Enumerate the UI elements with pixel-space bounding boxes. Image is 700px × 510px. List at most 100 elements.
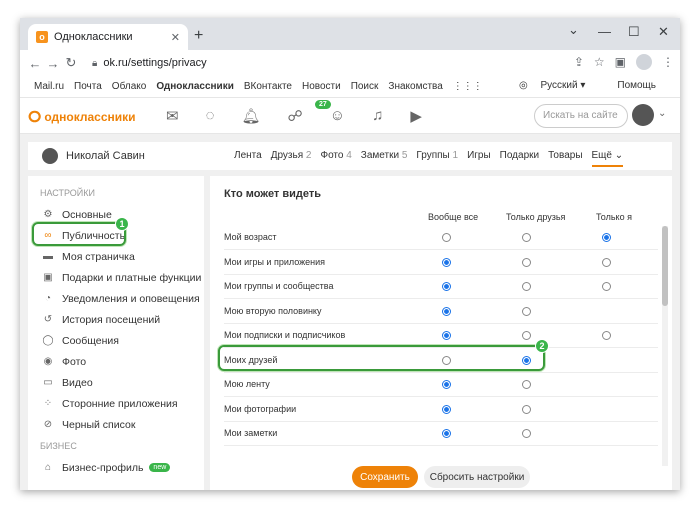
- sidebar-item-apps[interactable]: ⁘ Сторонние приложения: [28, 393, 204, 414]
- sidebar-item-messages[interactable]: ◯ Сообщения: [28, 330, 204, 351]
- scrollbar[interactable]: [662, 226, 668, 466]
- close-icon[interactable]: ✕: [171, 31, 180, 44]
- profile-nav-item[interactable]: Лента: [234, 150, 262, 167]
- chevron-down-icon: ⌄: [614, 150, 624, 161]
- profile-nav-item[interactable]: Подарки: [500, 150, 539, 167]
- privacy-radio[interactable]: [442, 380, 451, 389]
- reload-icon[interactable]: ↻: [62, 55, 80, 71]
- window-close-button[interactable]: ✕: [658, 24, 669, 40]
- apps-grid-icon[interactable]: ⋮⋮⋮: [453, 81, 483, 92]
- browser-tab[interactable]: o Одноклассники ✕: [28, 24, 188, 50]
- portal-link[interactable]: Mail.ru: [34, 81, 64, 92]
- privacy-radio[interactable]: [442, 404, 451, 414]
- sidebar-item-gifts[interactable]: ▣ Подарки и платные функции: [28, 267, 204, 288]
- profile-nav-label: Группы: [416, 150, 450, 161]
- privacy-row: Мои заметки: [210, 422, 658, 446]
- profile-nav-item[interactable]: Друзья 2: [271, 150, 312, 167]
- menu-dots-icon[interactable]: ⋮: [662, 55, 674, 69]
- privacy-radio[interactable]: [522, 233, 531, 242]
- browser-window: o Одноклассники ✕ + ⌄ — ☐ ✕ ← → ↻ 🔒︎ ok.…: [20, 18, 680, 490]
- tab-title: Одноклассники: [54, 31, 133, 43]
- portal-link[interactable]: Знакомства: [388, 81, 442, 92]
- maximize-button[interactable]: ☐: [628, 24, 640, 40]
- profile-nav-item[interactable]: Фото 4: [320, 150, 351, 167]
- profile-nav-more[interactable]: Ещё ⌄: [591, 150, 624, 167]
- profile-nav: Лента Друзья 2 Фото 4 Заметки 5 Группы 1…: [234, 150, 624, 167]
- language-select[interactable]: ◎ Русский ▾: [519, 80, 595, 91]
- sidebar-item-notifications[interactable]: ◔ Уведомления и оповещения: [28, 288, 204, 309]
- ok-logo[interactable]: ⵔ одноклассники: [28, 108, 136, 126]
- form-footer: Сохранить Сбросить настройки: [210, 466, 672, 490]
- mail-icon[interactable]: ✉: [166, 107, 179, 125]
- portal-link[interactable]: Облако: [112, 81, 147, 92]
- sidebar-item-video[interactable]: ▭ Видео: [28, 372, 204, 393]
- privacy-radio[interactable]: [602, 233, 611, 242]
- sidebar-item-label: Моя страничка: [62, 250, 135, 263]
- profile-name[interactable]: Николай Савин: [66, 150, 145, 162]
- chevron-down-icon[interactable]: ⌄: [658, 108, 666, 119]
- collapse-icon[interactable]: ⌄: [568, 22, 579, 38]
- events-icon[interactable]: ☺: [330, 107, 345, 125]
- privacy-row: Мою вторую половинку: [210, 300, 658, 324]
- portal-link[interactable]: Почта: [74, 81, 102, 92]
- browser-toolbar: ⇪ ☆ ▣ ⋮: [574, 54, 674, 70]
- privacy-radio[interactable]: [522, 404, 531, 414]
- privacy-radio[interactable]: [442, 282, 451, 291]
- highlight-box-friends-row: [218, 345, 545, 371]
- privacy-radio[interactable]: [522, 306, 531, 316]
- sidebar-item-photo[interactable]: ◉ Фото: [28, 351, 204, 372]
- profile-nav-item[interactable]: Группы 1: [416, 150, 458, 167]
- privacy-radio[interactable]: [442, 257, 451, 267]
- privacy-radio[interactable]: [602, 257, 611, 267]
- avatar[interactable]: [632, 104, 654, 126]
- avatar[interactable]: [42, 148, 58, 164]
- profile-nav-item[interactable]: Игры: [467, 150, 491, 167]
- help-link[interactable]: Помощь: [617, 80, 656, 91]
- privacy-row: Мою ленту: [210, 373, 658, 397]
- back-arrow-icon[interactable]: ←: [26, 56, 44, 71]
- privacy-radio[interactable]: [442, 331, 451, 340]
- profile-icon[interactable]: [636, 54, 652, 70]
- video-icon[interactable]: ▶: [410, 107, 422, 125]
- sidebar-toggle-icon[interactable]: ▣: [615, 55, 626, 69]
- privacy-radio[interactable]: [602, 331, 611, 340]
- sidebar-item-blacklist[interactable]: ⊘ Черный список: [28, 414, 204, 435]
- reset-button[interactable]: Сбросить настройки: [424, 466, 530, 488]
- music-icon[interactable]: ♫: [372, 107, 383, 125]
- sidebar-item-label: Черный список: [62, 418, 136, 431]
- sidebar-item-business-profile[interactable]: ⌂ Бизнес-профиль new: [28, 457, 204, 478]
- new-tab-button[interactable]: +: [194, 27, 203, 45]
- save-button[interactable]: Сохранить: [352, 466, 418, 488]
- profile-nav-label: Лента: [234, 150, 262, 161]
- privacy-radio[interactable]: [442, 429, 451, 438]
- url-field[interactable]: 🔒︎ ok.ru/settings/privacy: [92, 50, 207, 76]
- forward-arrow-icon[interactable]: →: [44, 56, 62, 71]
- guests-icon[interactable]: ☍: [288, 107, 303, 125]
- share-icon[interactable]: ⇪: [574, 55, 584, 69]
- profile-nav-item[interactable]: Заметки 5: [361, 150, 408, 167]
- sidebar-item-history[interactable]: ↺ История посещений: [28, 309, 204, 330]
- privacy-radio[interactable]: [442, 306, 451, 316]
- privacy-row-label: Мои подписки и подписчиков: [224, 330, 346, 340]
- column-header: Только друзья: [506, 212, 566, 222]
- privacy-radio[interactable]: [522, 331, 531, 340]
- search-input[interactable]: Искать на сайте: [534, 104, 628, 128]
- star-icon[interactable]: ☆: [594, 55, 605, 69]
- discussions-icon[interactable]: ◌: [206, 107, 215, 125]
- minimize-button[interactable]: —: [598, 24, 611, 39]
- portal-link[interactable]: Новости: [302, 81, 341, 92]
- scrollbar-thumb[interactable]: [662, 226, 668, 306]
- privacy-radio[interactable]: [442, 233, 451, 242]
- sidebar-item-my-page[interactable]: ▬ Моя страничка: [28, 246, 204, 267]
- portal-link[interactable]: Одноклассники: [156, 81, 234, 92]
- privacy-radio[interactable]: [602, 282, 611, 291]
- bell-icon[interactable]: 🔔︎: [242, 107, 261, 125]
- privacy-radio[interactable]: [522, 380, 531, 389]
- privacy-radio[interactable]: [522, 429, 531, 438]
- portal-link[interactable]: ВКонтакте: [244, 81, 292, 92]
- privacy-radio[interactable]: [522, 282, 531, 291]
- privacy-radio[interactable]: [522, 257, 531, 267]
- profile-nav-item[interactable]: Товары: [548, 150, 582, 167]
- portal-link[interactable]: Поиск: [351, 81, 379, 92]
- title-bar: o Одноклассники ✕ + ⌄ — ☐ ✕: [20, 18, 680, 50]
